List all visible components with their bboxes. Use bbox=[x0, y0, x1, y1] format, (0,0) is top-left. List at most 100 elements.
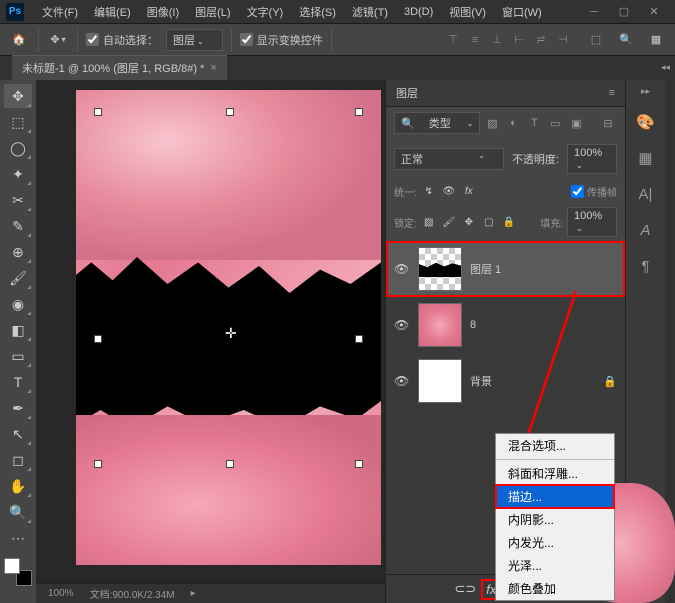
fill-input[interactable]: 100% ⌄ bbox=[567, 207, 617, 237]
menu-file[interactable]: 文件(F) bbox=[34, 4, 86, 20]
minimize-button[interactable]: ─ bbox=[579, 2, 609, 22]
collapse-toggle-icon[interactable]: ▸▸ bbox=[641, 86, 650, 97]
canvas-area[interactable]: ✛ 100% 文档:900.0K/2.34M ▸ bbox=[36, 80, 385, 603]
fx-stroke[interactable]: 描边... bbox=[496, 485, 614, 508]
menu-filter[interactable]: 滤镜(T) bbox=[344, 4, 396, 20]
swatches-panel-icon[interactable]: ▦ bbox=[635, 147, 657, 169]
filter-type-icon[interactable]: T bbox=[525, 115, 543, 131]
shape-tool[interactable]: ◻ bbox=[4, 448, 32, 472]
layer-name-label[interactable]: 图层 1 bbox=[470, 261, 501, 277]
transform-handle-mr[interactable] bbox=[355, 335, 363, 343]
filter-adjustment-icon[interactable]: ◐ bbox=[504, 115, 522, 131]
lock-position-icon[interactable]: ✥ bbox=[461, 214, 477, 230]
lock-transparency-icon[interactable]: ▨ bbox=[421, 214, 437, 230]
character-panel-icon[interactable]: A| bbox=[635, 183, 657, 205]
menu-layer[interactable]: 图层(L) bbox=[187, 4, 238, 20]
menu-image[interactable]: 图像(I) bbox=[139, 4, 187, 20]
gradient-tool[interactable]: ▭ bbox=[4, 344, 32, 368]
align-bottom-icon[interactable]: ⊥ bbox=[487, 30, 507, 50]
transform-handle-tc[interactable] bbox=[226, 108, 234, 116]
collapse-arrows-icon[interactable]: ◂◂ bbox=[661, 62, 670, 73]
transform-handle-bl[interactable] bbox=[94, 460, 102, 468]
link-icon[interactable]: ⊂⊃ bbox=[454, 581, 476, 597]
layers-tab[interactable]: 图层 bbox=[396, 85, 418, 101]
brush-tool[interactable]: 🖌 bbox=[4, 266, 32, 290]
layer-item-8[interactable]: 👁 8 bbox=[386, 297, 625, 353]
transform-handle-ml[interactable] bbox=[94, 335, 102, 343]
tab-close-icon[interactable]: × bbox=[210, 62, 216, 74]
fx-inner-glow[interactable]: 内发光... bbox=[496, 531, 614, 554]
3d-mode-icon[interactable]: ⬚ bbox=[585, 29, 607, 51]
align-vcenter-icon[interactable]: ≡ bbox=[465, 30, 485, 50]
menu-edit[interactable]: 编辑(E) bbox=[86, 4, 139, 20]
color-panel-icon[interactable]: 🎨 bbox=[635, 111, 657, 133]
hand-tool[interactable]: ✋ bbox=[4, 474, 32, 498]
marquee-tool[interactable]: ⬚ bbox=[4, 110, 32, 134]
auto-select-target-dropdown[interactable]: 图层⌄ bbox=[166, 29, 223, 51]
healing-tool[interactable]: ⊕ bbox=[4, 240, 32, 264]
layer-item-1[interactable]: 👁 图层 1 bbox=[386, 241, 625, 297]
menu-type[interactable]: 文字(Y) bbox=[239, 4, 292, 20]
fx-inner-shadow[interactable]: 内阴影... bbox=[496, 508, 614, 531]
home-icon[interactable]: 🏠 bbox=[8, 29, 30, 51]
lock-icon[interactable]: 🔒 bbox=[603, 375, 617, 388]
lock-artboard-icon[interactable]: ▢ bbox=[481, 214, 497, 230]
eyedropper-tool[interactable]: ✎ bbox=[4, 214, 32, 238]
unify-style-icon[interactable]: fx bbox=[461, 183, 477, 199]
layer-name-label[interactable]: 背景 bbox=[470, 373, 492, 389]
transform-handle-tr[interactable] bbox=[355, 108, 363, 116]
filter-type-dropdown[interactable]: 🔍类型⌄ bbox=[394, 112, 480, 134]
filter-toggle-icon[interactable]: ⊟ bbox=[599, 115, 617, 131]
align-right-icon[interactable]: ⊣ bbox=[553, 30, 573, 50]
fx-color-overlay[interactable]: 颜色叠加 bbox=[496, 577, 614, 600]
lock-all-icon[interactable]: 🔒 bbox=[501, 214, 517, 230]
filter-smartobj-icon[interactable]: ▣ bbox=[567, 115, 585, 131]
layer-thumbnail[interactable] bbox=[418, 359, 462, 403]
filter-image-icon[interactable]: ▨ bbox=[483, 115, 501, 131]
eraser-tool[interactable]: ◧ bbox=[4, 318, 32, 342]
blend-mode-dropdown[interactable]: 正常⌄ bbox=[394, 148, 504, 170]
filter-shape-icon[interactable]: ▭ bbox=[546, 115, 564, 131]
crop-tool[interactable]: ✂ bbox=[4, 188, 32, 212]
lasso-tool[interactable]: ◯ bbox=[4, 136, 32, 160]
transform-handle-tl[interactable] bbox=[94, 108, 102, 116]
layer-name-label[interactable]: 8 bbox=[470, 319, 476, 331]
move-tool[interactable]: ✥ bbox=[4, 84, 32, 108]
visibility-icon[interactable]: 👁 bbox=[394, 374, 410, 388]
visibility-icon[interactable]: 👁 bbox=[394, 318, 410, 332]
path-tool[interactable]: ↖ bbox=[4, 422, 32, 446]
fx-bevel-emboss[interactable]: 斜面和浮雕... bbox=[496, 462, 614, 485]
document-tab[interactable]: 未标题-1 @ 100% (图层 1, RGB/8#) * × bbox=[12, 55, 227, 80]
unify-visibility-icon[interactable]: 👁 bbox=[441, 183, 457, 199]
propagate-checkbox[interactable]: 传播帧 bbox=[571, 184, 617, 199]
paragraph-styles-icon[interactable]: ¶ bbox=[635, 255, 657, 277]
visibility-icon[interactable]: 👁 bbox=[394, 262, 410, 276]
align-left-icon[interactable]: ⊢ bbox=[509, 30, 529, 50]
status-caret-icon[interactable]: ▸ bbox=[191, 588, 196, 599]
opacity-input[interactable]: 100% ⌄ bbox=[567, 144, 617, 174]
unify-position-icon[interactable]: ↯ bbox=[421, 183, 437, 199]
transform-center-icon[interactable]: ✛ bbox=[225, 325, 237, 342]
stamp-tool[interactable]: ◉ bbox=[4, 292, 32, 316]
magic-wand-tool[interactable]: ✦ bbox=[4, 162, 32, 186]
layer-thumbnail[interactable] bbox=[418, 303, 462, 347]
zoom-level[interactable]: 100% bbox=[48, 588, 74, 599]
align-hcenter-icon[interactable]: ≓ bbox=[531, 30, 551, 50]
menu-window[interactable]: 窗口(W) bbox=[494, 4, 550, 20]
menu-select[interactable]: 选择(S) bbox=[291, 4, 344, 20]
menu-view[interactable]: 视图(V) bbox=[441, 4, 494, 20]
align-top-icon[interactable]: ⊤ bbox=[443, 30, 463, 50]
color-swatches[interactable] bbox=[4, 558, 32, 586]
foreground-color[interactable] bbox=[4, 558, 20, 574]
fx-satin[interactable]: 光泽... bbox=[496, 554, 614, 577]
auto-select-checkbox[interactable]: 自动选择： bbox=[86, 32, 158, 48]
pen-tool[interactable]: ✒ bbox=[4, 396, 32, 420]
show-transform-checkbox[interactable]: 显示变换控件 bbox=[240, 32, 323, 48]
search-icon[interactable]: 🔍 bbox=[615, 29, 637, 51]
transform-handle-br[interactable] bbox=[355, 460, 363, 468]
edit-toolbar[interactable]: ⋯ bbox=[4, 526, 32, 550]
maximize-button[interactable]: ▢ bbox=[609, 2, 639, 22]
lock-image-icon[interactable]: 🖌 bbox=[441, 214, 457, 230]
type-tool[interactable]: T bbox=[4, 370, 32, 394]
paragraph-panel-icon[interactable]: A bbox=[635, 219, 657, 241]
